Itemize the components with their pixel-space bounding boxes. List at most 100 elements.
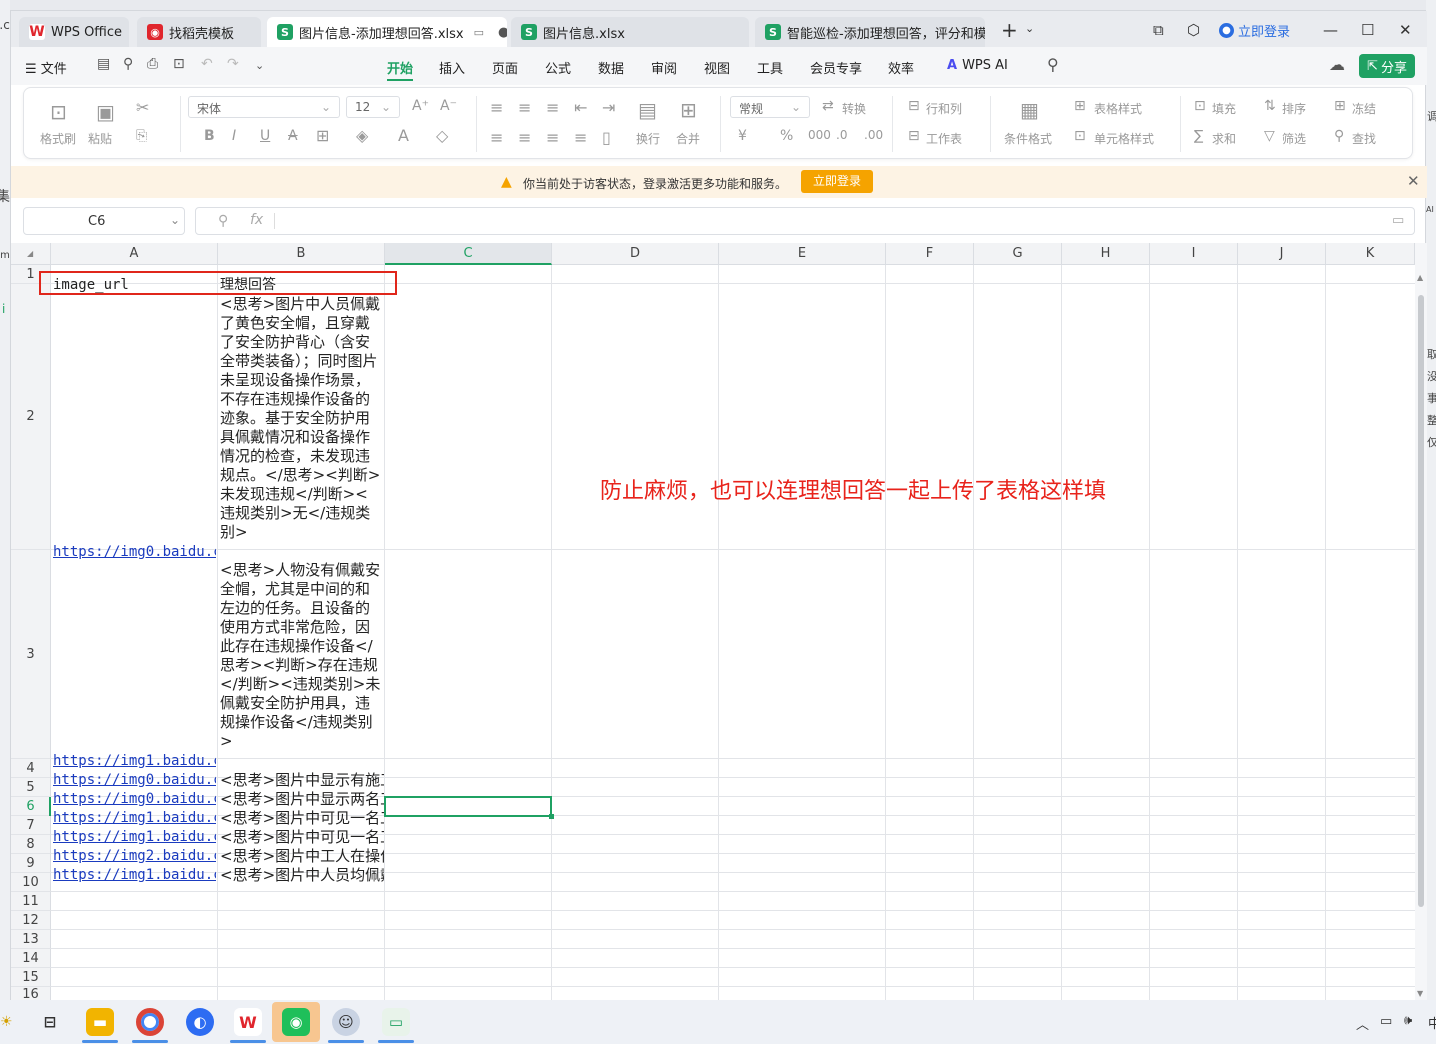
menu-view[interactable]: 视图 — [704, 58, 730, 77]
cell-a3[interactable]: https://img1.baidu.com — [53, 752, 216, 771]
cell-b9[interactable]: <思考>图片中人员均佩戴 — [220, 866, 384, 885]
underline-icon[interactable]: U — [260, 128, 270, 144]
zoom-icon[interactable]: ⚲ — [218, 213, 228, 229]
row-header[interactable]: 9 — [11, 854, 51, 873]
tab-current-file[interactable]: S 图片信息-添加理想回答.xlsx ▭ ● — [267, 17, 507, 47]
cell-a5[interactable]: https://img0.baidu.com — [53, 790, 216, 809]
scroll-up-icon[interactable]: ▲ — [1417, 273, 1423, 282]
wrap-text-icon[interactable]: ▤ — [638, 98, 657, 122]
decrease-decimal-icon[interactable]: .00 — [864, 128, 883, 142]
scroll-down-icon[interactable]: ▼ — [1417, 989, 1423, 998]
increase-decimal-icon[interactable]: .0 — [836, 128, 847, 142]
row-header[interactable]: 8 — [11, 835, 51, 854]
menu-formula[interactable]: 公式 — [545, 58, 571, 77]
filter-label[interactable]: 筛选 — [1282, 130, 1306, 147]
cell-b8[interactable]: <思考>图片中工人在操作 — [220, 847, 384, 866]
volume-icon[interactable]: 🕪 — [1404, 1013, 1412, 1028]
menu-start[interactable]: 开始 — [387, 58, 413, 77]
column-header-e[interactable]: E — [719, 243, 886, 265]
tab-wps-office[interactable]: W WPS Office — [19, 17, 129, 47]
column-header-i[interactable]: I — [1150, 243, 1238, 265]
spreadsheet-grid[interactable]: ◢ A B C D E F G H I J K 1 2 3 4 5 6 7 8 … — [11, 243, 1415, 1001]
currency-icon[interactable]: ¥ — [738, 128, 747, 144]
freeze-icon[interactable]: ⊞ — [1334, 98, 1346, 114]
decrease-font-icon[interactable]: A⁻ — [440, 98, 457, 114]
redo-icon[interactable]: ↷ — [227, 56, 239, 72]
bold-icon[interactable]: B — [204, 128, 215, 144]
link-icon[interactable]: ⚲ — [123, 56, 133, 72]
more-chevron-icon[interactable]: ⌄ — [255, 59, 264, 72]
row-header[interactable]: 13 — [11, 930, 51, 949]
network-icon[interactable]: ▭ — [1380, 1014, 1392, 1029]
share-button[interactable]: ⇱ 分享 — [1359, 54, 1415, 78]
wps-ai-button[interactable]: A WPS AI — [947, 58, 1008, 73]
cell-b6[interactable]: <思考>图片中可见一名工 — [220, 809, 384, 828]
close-button[interactable]: ✕ — [1399, 21, 1412, 39]
menu-insert[interactable]: 插入 — [439, 58, 465, 77]
row-header[interactable]: 2 — [11, 284, 51, 550]
column-header-b[interactable]: B — [218, 243, 385, 265]
distributed-icon[interactable]: ▯ — [602, 128, 611, 147]
increase-font-icon[interactable]: A⁺ — [412, 98, 429, 114]
conditional-format-label[interactable]: 条件格式 — [1004, 130, 1052, 147]
tab-docer[interactable]: ◉ 找稻壳模板 — [137, 17, 261, 47]
row-column-label[interactable]: 行和列 — [926, 100, 962, 117]
window-restore-icon[interactable]: ⧉ — [1153, 21, 1164, 39]
number-format-select[interactable]: 常规 ⌄ — [730, 96, 810, 118]
worksheet-label[interactable]: 工作表 — [926, 130, 962, 147]
column-header-d[interactable]: D — [552, 243, 719, 265]
cell-b3[interactable]: <思考>人物没有佩戴安全帽，尤其是中间的和左边的任务。且设备的使用方式非常危险，… — [220, 561, 382, 770]
chrome-icon[interactable] — [136, 1008, 164, 1036]
row-header[interactable]: 12 — [11, 911, 51, 930]
fx-icon[interactable]: fx — [250, 212, 263, 228]
row-header[interactable]: 7 — [11, 816, 51, 835]
clear-format-icon[interactable]: ◇ — [436, 126, 448, 145]
find-label[interactable]: 查找 — [1352, 130, 1376, 147]
align-left-icon[interactable]: ≡ — [490, 128, 503, 147]
file-menu[interactable]: ☰ 文件 — [25, 58, 67, 77]
conditional-format-icon[interactable]: ▦ — [1020, 98, 1039, 122]
align-top-icon[interactable]: ≡ — [490, 98, 503, 117]
table-style-icon[interactable]: ⊞ — [1074, 98, 1086, 114]
sort-label[interactable]: 排序 — [1282, 100, 1306, 117]
table-style-label[interactable]: 表格样式 — [1094, 100, 1142, 117]
minimize-button[interactable]: — — [1323, 21, 1338, 39]
wrap-text-label[interactable]: 换行 — [636, 130, 660, 147]
menu-data[interactable]: 数据 — [598, 58, 624, 77]
cell-b7[interactable]: <思考>图片中可见一名工 — [220, 828, 384, 847]
convert-icon[interactable]: ⇄ — [822, 98, 834, 114]
menu-review[interactable]: 审阅 — [651, 58, 677, 77]
align-right-icon[interactable]: ≡ — [546, 128, 559, 147]
copy-icon[interactable]: ⎘ — [136, 128, 147, 144]
row-header[interactable]: 6 — [11, 797, 51, 816]
percent-icon[interactable]: % — [780, 128, 793, 144]
tab-file-3[interactable]: S 智能巡检-添加理想回答，评分和模型 — [755, 17, 985, 47]
format-painter-icon[interactable]: ⊡ — [50, 100, 67, 124]
font-family-select[interactable]: 宋体 ⌄ — [188, 96, 340, 118]
indent-decrease-icon[interactable]: ⇤ — [574, 98, 587, 117]
sum-label[interactable]: 求和 — [1212, 130, 1236, 147]
avatar-app-icon[interactable]: ☺ — [332, 1008, 360, 1036]
column-header-f[interactable]: F — [886, 243, 974, 265]
menu-page[interactable]: 页面 — [492, 58, 518, 77]
paste-icon[interactable]: ▣ — [96, 100, 115, 124]
scrollbar-thumb[interactable] — [1418, 295, 1424, 907]
find-icon[interactable]: ⚲ — [1334, 128, 1344, 144]
worksheet-icon[interactable]: ⊟ — [908, 128, 920, 144]
print-icon[interactable]: ⎙ — [147, 56, 158, 72]
cell-style-label[interactable]: 单元格样式 — [1094, 130, 1154, 147]
undo-icon[interactable]: ↶ — [201, 56, 213, 72]
merge-label[interactable]: 合并 — [676, 130, 700, 147]
row-header[interactable]: 4 — [11, 759, 51, 778]
column-header-g[interactable]: G — [974, 243, 1062, 265]
cell-b5[interactable]: <思考>图片中显示两名工 — [220, 790, 384, 809]
row-header[interactable]: 11 — [11, 892, 51, 911]
sort-icon[interactable]: ⇅ — [1264, 98, 1276, 114]
fill-label[interactable]: 填充 — [1212, 100, 1236, 117]
tab-file-2[interactable]: S 图片信息.xlsx — [511, 17, 749, 47]
convert-label[interactable]: 转换 — [842, 100, 866, 117]
column-header-a[interactable]: A — [51, 243, 218, 265]
menu-efficiency[interactable]: 效率 — [888, 58, 914, 77]
format-painter-label[interactable]: 格式刷 — [40, 130, 76, 147]
search-icon[interactable]: ⚲ — [1047, 55, 1059, 74]
